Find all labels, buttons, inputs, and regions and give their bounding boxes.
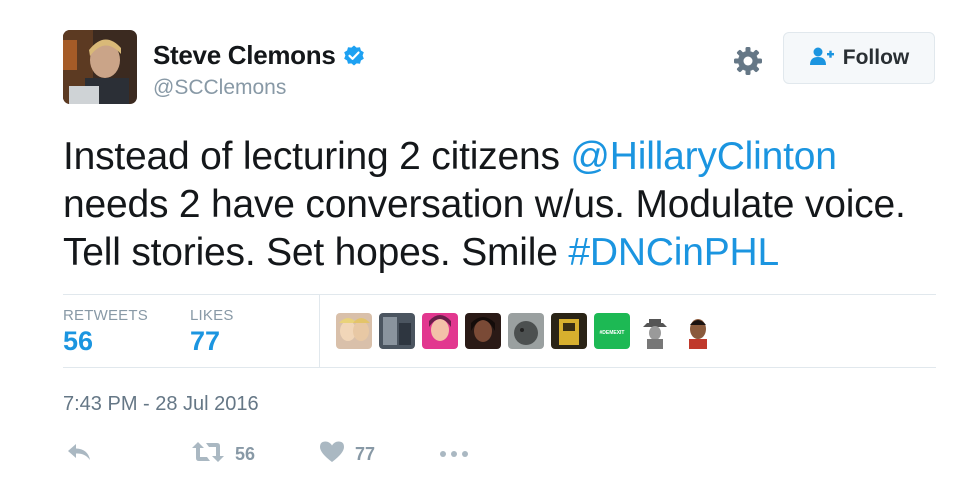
retweet-icon <box>191 440 225 469</box>
liker-avatar[interactable] <box>465 313 501 349</box>
liker-avatar-demexit[interactable]: #DEMEXIT <box>594 313 630 349</box>
tweet-text: Instead of lecturing 2 citizens @Hillary… <box>63 133 943 277</box>
liker-avatar[interactable] <box>336 313 372 349</box>
add-user-icon <box>809 46 835 71</box>
retweets-label[interactable]: RETWEETS <box>63 307 148 324</box>
reply-button[interactable] <box>65 440 93 469</box>
liker-avatar[interactable] <box>637 313 673 349</box>
divider-bottom <box>63 367 936 368</box>
likes-label[interactable]: LIKES <box>190 307 234 324</box>
liker-avatar[interactable] <box>551 313 587 349</box>
gear-icon[interactable] <box>731 44 765 78</box>
tweet-text-part2: needs 2 have conversation w/us. Modulate… <box>63 183 906 274</box>
tweet-timestamp[interactable]: 7:43 PM - 28 Jul 2016 <box>63 393 259 416</box>
more-dots-icon <box>439 446 469 464</box>
hashtag-link[interactable]: #DNCinPHL <box>568 231 779 274</box>
verified-badge-icon <box>342 44 366 68</box>
retweet-count: 56 <box>235 444 256 464</box>
liker-avatar[interactable] <box>508 313 544 349</box>
retweets-count[interactable]: 56 <box>63 326 93 357</box>
follow-button[interactable]: Follow <box>783 32 935 84</box>
avatar-photo <box>63 30 137 104</box>
liker-avatar[interactable] <box>379 313 415 349</box>
liker-avatar[interactable] <box>422 313 458 349</box>
likes-count[interactable]: 77 <box>190 326 220 357</box>
heart-icon <box>319 440 345 469</box>
liker-avatars: #DEMEXIT <box>336 313 716 349</box>
author-name[interactable]: Steve Clemons <box>153 40 336 71</box>
divider-top <box>63 294 936 295</box>
like-button[interactable]: 77 <box>319 440 375 469</box>
stats-divider <box>319 294 320 368</box>
follow-button-label: Follow <box>842 46 910 69</box>
author-name-row[interactable]: Steve Clemons <box>153 40 366 71</box>
author-avatar[interactable] <box>63 30 137 104</box>
retweet-button[interactable]: 56 <box>191 440 255 469</box>
liker-avatar[interactable] <box>680 313 716 349</box>
more-button[interactable] <box>439 446 469 464</box>
mention-link[interactable]: @HillaryClinton <box>570 135 837 178</box>
tweet-text-part1: Instead of lecturing 2 citizens <box>63 135 571 178</box>
author-handle[interactable]: @SCClemons <box>153 76 286 100</box>
reply-icon <box>65 440 93 469</box>
demexit-text: #DEMEXIT <box>599 330 624 336</box>
like-count: 77 <box>355 444 376 464</box>
